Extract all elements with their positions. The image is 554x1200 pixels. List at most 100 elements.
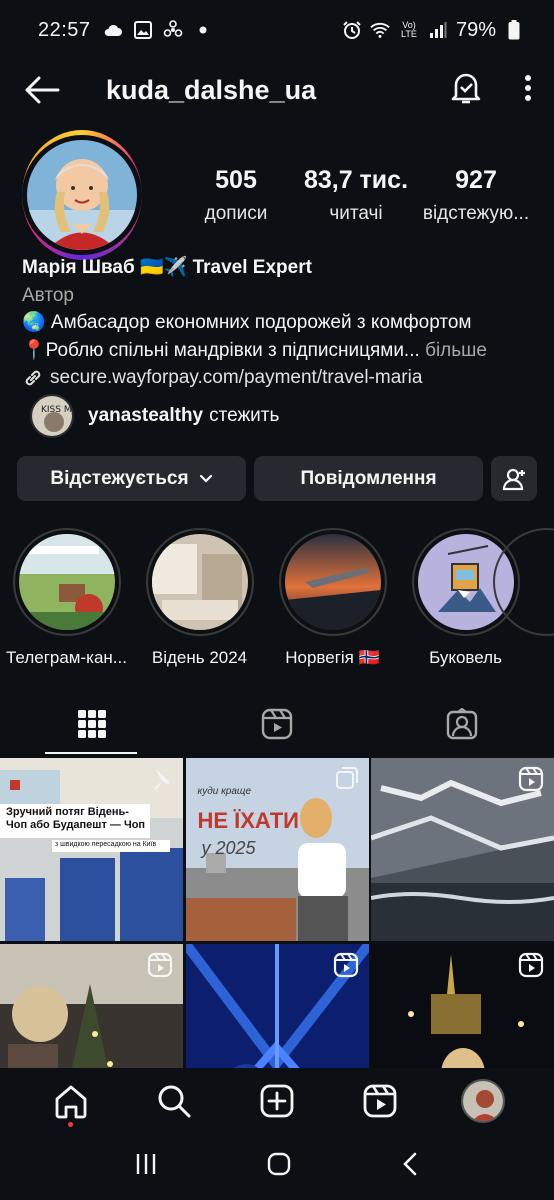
nav-create[interactable] bbox=[247, 1071, 307, 1131]
bio-line-1: 🌏 Амбасадор економних подорожей з комфор… bbox=[22, 312, 472, 333]
bottom-navigation bbox=[0, 1068, 554, 1133]
nav-profile-avatar bbox=[460, 1078, 505, 1123]
bio-link-text: secure.wayforpay.com/payment/travel-mari… bbox=[50, 367, 423, 388]
followers-count: 83,7 тис. bbox=[303, 165, 409, 194]
posts-stat[interactable]: 505 дописи bbox=[180, 166, 292, 225]
more-options-button[interactable] bbox=[524, 74, 532, 107]
highlight-item-partial[interactable] bbox=[493, 528, 554, 668]
follower-avatar: KISS ME bbox=[30, 394, 74, 438]
post-caption: Зручний потяг Відень-Чоп або Будапешт — … bbox=[6, 806, 146, 831]
highlight-cover bbox=[151, 534, 248, 630]
status-time: 22:57 bbox=[38, 18, 91, 41]
tab-posts-grid[interactable] bbox=[0, 694, 185, 754]
highlight-label: Буковель bbox=[429, 648, 502, 667]
bio-link[interactable]: secure.wayforpay.com/payment/travel-mari… bbox=[22, 364, 542, 392]
follower-username: yanastealthy bbox=[88, 405, 204, 426]
posts-label: дописи bbox=[204, 202, 268, 224]
profile-bio: Марія Шваб 🇺🇦✈️ Travel Expert Автор 🌏 Ам… bbox=[22, 254, 542, 392]
arrow-left-icon bbox=[25, 76, 60, 104]
bell-check-icon bbox=[451, 73, 481, 103]
reels-icon bbox=[363, 1084, 397, 1117]
post-thumbnail[interactable] bbox=[185, 944, 369, 1068]
suggested-people-button[interactable] bbox=[491, 456, 537, 501]
tab-tagged[interactable] bbox=[369, 694, 554, 754]
profile-category: Автор bbox=[22, 284, 74, 306]
following-button[interactable]: Відстежується bbox=[17, 456, 246, 501]
message-button-label: Повідомлення bbox=[300, 467, 437, 489]
post-thumbnail[interactable] bbox=[0, 944, 183, 1068]
notifications-bell-button[interactable] bbox=[450, 71, 482, 110]
status-bar: 22:57 Vo) LTE 79% bbox=[0, 0, 554, 60]
following-count: 927 bbox=[455, 165, 497, 194]
following-label: відстежую... bbox=[422, 202, 530, 224]
followers-label: читачі bbox=[329, 202, 383, 224]
chevron-down-icon bbox=[199, 474, 212, 483]
back-button[interactable] bbox=[22, 70, 62, 110]
fan-icon bbox=[163, 20, 183, 40]
grid-icon bbox=[78, 710, 107, 738]
network-label: Vo) LTE bbox=[401, 20, 417, 39]
highlight-item[interactable]: Норвегія 🇳🇴 bbox=[266, 528, 399, 668]
add-person-icon bbox=[502, 468, 525, 490]
profile-actions: Відстежується Повідомлення bbox=[17, 456, 537, 501]
back-system-button[interactable] bbox=[400, 1151, 420, 1182]
battery-icon bbox=[504, 20, 524, 40]
home-circle-icon bbox=[267, 1152, 291, 1176]
profile-header: kuda_dalshe_ua bbox=[0, 60, 554, 120]
following-stat[interactable]: 927 відстежую... bbox=[420, 166, 532, 225]
profile-name: Марія Шваб 🇺🇦✈️ Travel Expert bbox=[22, 257, 312, 278]
home-icon bbox=[55, 1085, 87, 1118]
recent-apps-button[interactable] bbox=[134, 1152, 158, 1181]
post-year: у 2025 bbox=[201, 838, 256, 858]
highlight-item[interactable]: Телеграм-кан... bbox=[0, 528, 133, 668]
bio-more-link[interactable]: більше bbox=[425, 340, 487, 361]
post-title: НЕ ЇХАТИ bbox=[197, 808, 299, 833]
wifi-icon bbox=[370, 20, 390, 40]
notification-dot bbox=[68, 1121, 74, 1127]
posts-count: 505 bbox=[215, 165, 257, 194]
reels-icon bbox=[261, 708, 293, 740]
system-navigation bbox=[0, 1133, 554, 1200]
pin-icon bbox=[147, 766, 173, 797]
alarm-icon bbox=[342, 20, 362, 40]
highlight-item[interactable]: Відень 2024 bbox=[133, 528, 266, 668]
post-thumbnail[interactable]: Зручний потяг Відень-Чоп або Будапешт — … bbox=[0, 758, 183, 941]
post-script-text: куди краще bbox=[197, 786, 252, 797]
following-button-label: Відстежується bbox=[50, 467, 189, 489]
nav-home[interactable] bbox=[41, 1071, 101, 1131]
more-vertical-icon bbox=[525, 74, 531, 101]
cloud-icon bbox=[103, 20, 123, 40]
story-highlights: Телеграм-кан... Відень 2024 Норвегія 🇳🇴 … bbox=[0, 528, 554, 668]
content-tabs bbox=[0, 694, 554, 754]
profile-summary: 505 дописи 83,7 тис. читачі 927 відстежу… bbox=[22, 130, 532, 260]
story-ring[interactable] bbox=[22, 130, 142, 260]
signal-icon bbox=[428, 20, 448, 40]
back-chevron-icon bbox=[403, 1152, 417, 1176]
nav-profile[interactable] bbox=[453, 1071, 513, 1131]
nav-search[interactable] bbox=[144, 1071, 204, 1131]
reel-icon bbox=[518, 766, 544, 797]
home-system-button[interactable] bbox=[266, 1151, 292, 1182]
reel-icon bbox=[518, 952, 544, 983]
highlight-label: Телеграм-кан... bbox=[6, 648, 127, 667]
followers-stat[interactable]: 83,7 тис. читачі bbox=[292, 166, 420, 225]
followed-by[interactable]: KISS ME yanastealthy стежить bbox=[30, 394, 279, 438]
svg-text:KISS ME: KISS ME bbox=[41, 405, 74, 415]
highlight-label: Відень 2024 bbox=[151, 648, 248, 667]
post-thumbnail[interactable]: куди краще НЕ ЇХАТИ у 2025 bbox=[185, 758, 369, 941]
nav-reels[interactable] bbox=[350, 1071, 410, 1131]
gallery-icon bbox=[133, 20, 153, 40]
search-icon bbox=[158, 1085, 191, 1117]
post-thumbnail[interactable] bbox=[371, 944, 554, 1068]
notification-dot-icon bbox=[193, 20, 213, 40]
reel-icon bbox=[147, 952, 173, 983]
post-subcaption: з швидкою пересадкою на Київ bbox=[55, 841, 157, 848]
post-thumbnail[interactable] bbox=[371, 758, 554, 941]
tab-reels[interactable] bbox=[185, 694, 370, 754]
bio-line-2: 📍Роблю спільні мандрівки з підписницями.… bbox=[22, 339, 420, 361]
reel-icon bbox=[333, 952, 359, 983]
tagged-person-icon bbox=[446, 708, 477, 740]
highlight-cover bbox=[18, 534, 115, 630]
recents-icon bbox=[136, 1154, 156, 1174]
message-button[interactable]: Повідомлення bbox=[254, 456, 483, 501]
